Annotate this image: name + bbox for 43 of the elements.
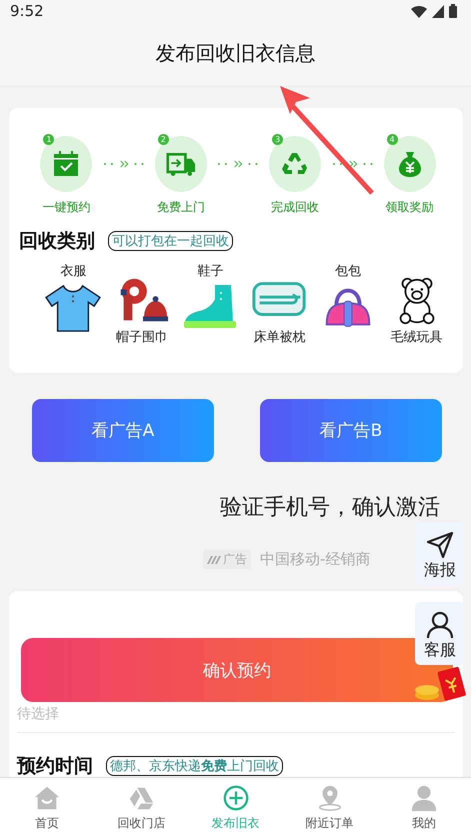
section-title: 回收类别 <box>19 229 95 254</box>
t-shirt-icon <box>44 283 102 333</box>
add-icon <box>222 784 250 812</box>
step-number: 1 <box>43 134 54 145</box>
battery-icon <box>449 4 457 18</box>
step-label: 一键预约 <box>42 199 90 216</box>
ad-logo-icon <box>207 556 221 564</box>
category-label: 衣服 <box>60 263 86 280</box>
dotted-connector-icon <box>216 160 260 168</box>
wifi-icon <box>411 4 427 18</box>
step-number: 3 <box>272 134 284 145</box>
step-number: 2 <box>158 134 169 145</box>
step-label: 领取奖励 <box>386 199 434 216</box>
hint-tag: 可以打包在一起回收 <box>108 231 233 251</box>
hint-tag: 德邦、京东快递免费上门回收 <box>106 756 283 776</box>
user-icon <box>410 784 438 812</box>
category-label: 包包 <box>334 263 361 280</box>
page-title: 发布回收旧衣信息 <box>156 40 316 67</box>
nav-tab[interactable]: 回收门店 <box>94 778 188 837</box>
watch-ad-button[interactable]: 看广告A <box>32 399 214 462</box>
nav-tab[interactable]: 附近订单 <box>282 778 377 837</box>
category-label: 鞋子 <box>198 263 224 280</box>
person-icon <box>425 610 455 640</box>
send-icon <box>425 530 455 560</box>
side-button[interactable]: 客服 <box>415 602 465 665</box>
nav-tab[interactable]: 我的 <box>376 778 471 837</box>
category-label: 床单被枕 <box>253 329 306 346</box>
watch-ad-button[interactable]: 看广告B <box>260 399 442 462</box>
ad-label: 广告 <box>223 551 247 568</box>
dotted-connector-icon <box>330 160 374 168</box>
status-time: 9:52 <box>10 2 44 20</box>
side-button[interactable]: 海报 <box>415 522 465 585</box>
category-label: 毛绒玩具 <box>390 329 443 346</box>
category-label: 帽子围巾 <box>116 329 168 346</box>
dotted-connector-icon <box>102 160 146 168</box>
section-title: 预约时间 <box>17 754 93 777</box>
step-label: 免费上门 <box>156 199 205 216</box>
nav-tab[interactable]: 首页 <box>0 778 94 837</box>
signal-icon <box>432 4 444 18</box>
ad-headline: 验证手机号，确认激活 <box>220 494 440 522</box>
advertiser-name: 中国移动-经销商 <box>260 550 370 569</box>
step-number: 4 <box>386 134 398 145</box>
step-label: 完成回收 <box>271 199 320 216</box>
